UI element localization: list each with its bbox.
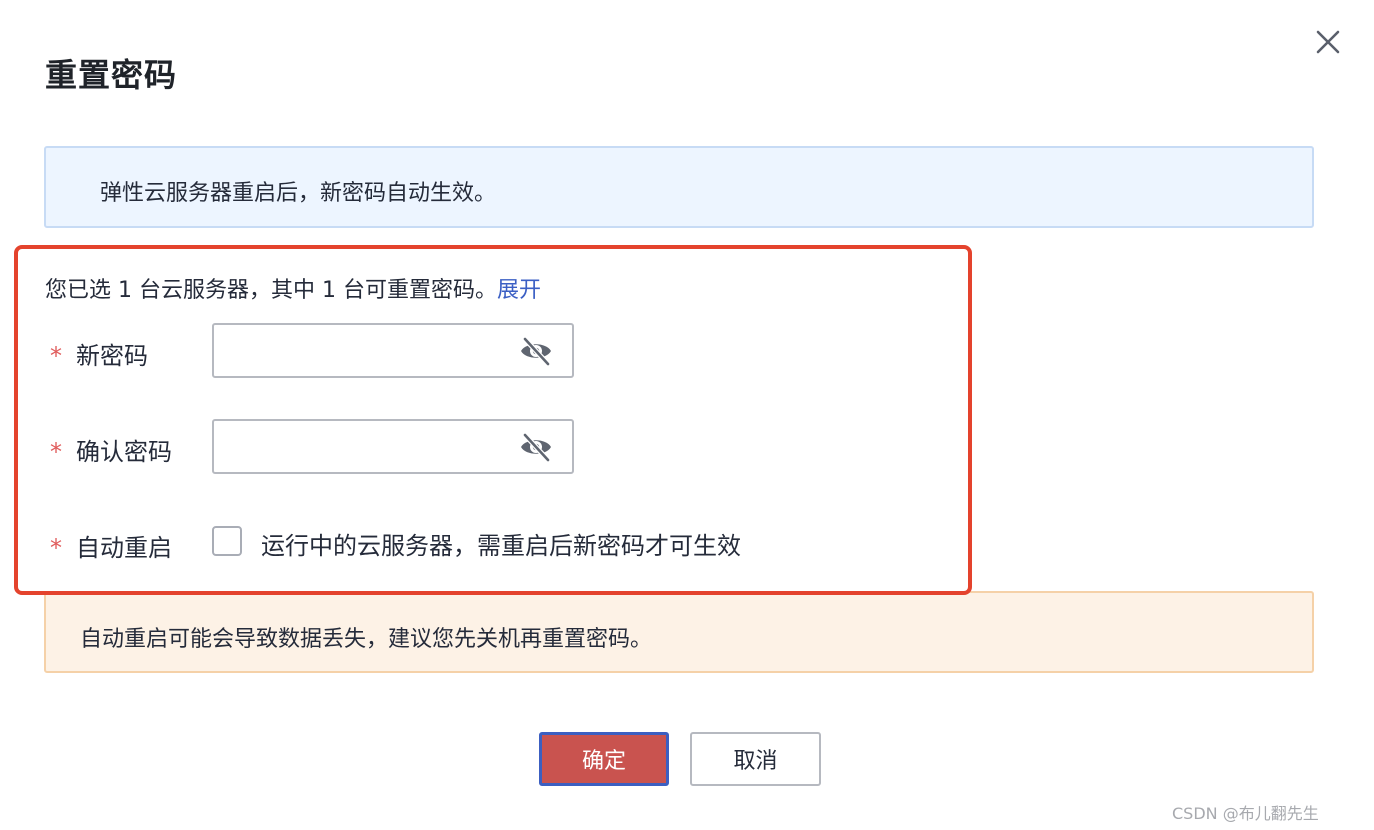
- cancel-button[interactable]: 取消: [690, 732, 821, 786]
- dialog-title: 重置密码: [45, 56, 178, 94]
- info-text: 弹性云服务器重启后，新密码自动生效。: [100, 181, 497, 206]
- auto-restart-description: 运行中的云服务器，需重启后新密码才可生效: [261, 532, 741, 560]
- auto-restart-label-row: * 自动重启: [50, 528, 172, 563]
- required-mark: *: [50, 534, 62, 562]
- confirm-password-input[interactable]: [222, 429, 506, 466]
- auto-restart-label: 自动重启: [76, 534, 172, 562]
- new-password-label-row: * 新密码: [50, 336, 148, 371]
- confirm-password-label-row: * 确认密码: [50, 432, 172, 467]
- reset-password-dialog: 重置密码 弹性云服务器重启后，新密码自动生效。 您已选 1 台云服务器，其中 1…: [0, 0, 1374, 830]
- confirm-button[interactable]: 确定: [539, 732, 669, 786]
- selection-text: 您已选 1 台云服务器，其中 1 台可重置密码。: [45, 278, 497, 303]
- new-password-input[interactable]: [222, 333, 506, 370]
- selection-summary: 您已选 1 台云服务器，其中 1 台可重置密码。展开: [45, 272, 541, 304]
- warning-text: 自动重启可能会导致数据丢失，建议您先关机再重置密码。: [80, 627, 653, 652]
- confirm-password-label: 确认密码: [76, 438, 172, 466]
- required-mark: *: [50, 438, 62, 466]
- info-notice: 弹性云服务器重启后，新密码自动生效。: [44, 146, 1314, 228]
- auto-restart-checkbox[interactable]: [212, 526, 242, 556]
- new-password-field: [212, 323, 574, 378]
- new-password-label: 新密码: [76, 342, 148, 370]
- eye-slash-icon[interactable]: [518, 431, 554, 463]
- close-icon[interactable]: [1312, 26, 1344, 58]
- eye-slash-icon[interactable]: [518, 335, 554, 367]
- confirm-password-field: [212, 419, 574, 474]
- expand-link[interactable]: 展开: [497, 278, 541, 303]
- watermark: CSDN @布儿翻先生: [1172, 804, 1319, 823]
- warning-notice: 自动重启可能会导致数据丢失，建议您先关机再重置密码。: [44, 591, 1314, 673]
- required-mark: *: [50, 342, 62, 370]
